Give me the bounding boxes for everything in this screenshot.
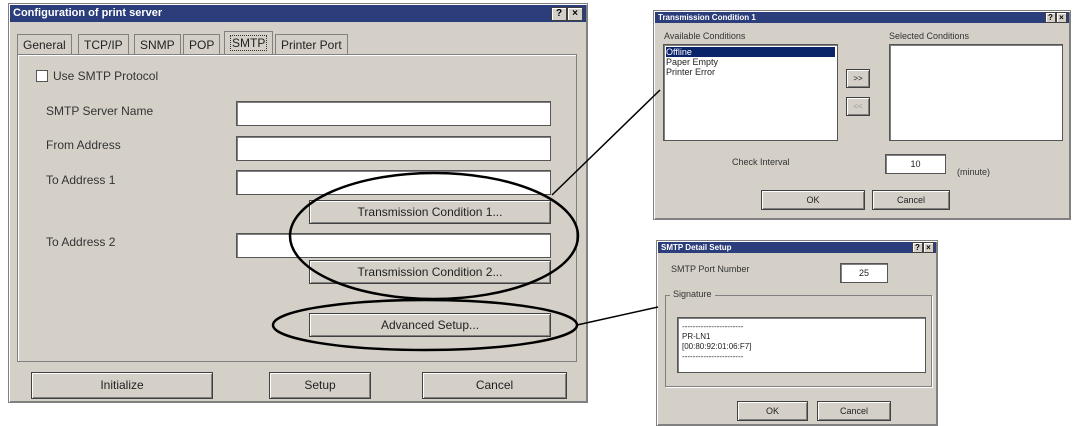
advanced-setup-button[interactable]: Advanced Setup... (309, 313, 551, 337)
transmission-condition-1-button[interactable]: Transmission Condition 1... (309, 200, 551, 224)
config-title: Configuration of print server (13, 7, 163, 19)
minute-unit-label: (minute) (957, 167, 991, 177)
config-titlebar: Configuration of print server ? × (10, 5, 586, 22)
use-smtp-label: Use SMTP Protocol (53, 69, 159, 83)
condition-item-printer-error[interactable]: Printer Error (666, 67, 835, 77)
help-icon[interactable]: ? (551, 7, 567, 21)
setup-button[interactable]: Setup (269, 372, 371, 399)
smtp-detail-cancel-button[interactable]: Cancel (817, 401, 891, 421)
from-address-input[interactable] (236, 136, 551, 161)
selected-conditions-header: Selected Conditions (889, 31, 970, 41)
available-conditions-list[interactable]: Offline Paper Empty Printer Error (663, 44, 838, 141)
smtp-port-input[interactable]: 25 (840, 263, 888, 283)
signature-line: PR-LN1 (682, 332, 711, 341)
remove-condition-button[interactable]: << (846, 97, 870, 116)
transmission-help-icon[interactable]: ? (1045, 12, 1056, 23)
smtp-detail-ok-button[interactable]: OK (737, 401, 808, 421)
tab-pop[interactable]: POP (183, 34, 221, 54)
signature-textarea[interactable]: ----------------------- PR-LN1 [00:80:92… (677, 317, 926, 373)
from-address-label: From Address (46, 138, 121, 152)
tab-tcpip[interactable]: TCP/IP (78, 34, 129, 54)
smtp-port-label: SMTP Port Number (671, 264, 750, 274)
cancel-button[interactable]: Cancel (422, 372, 567, 399)
config-dialog: Configuration of print server ? × Genera… (8, 3, 588, 403)
signature-label: Signature (670, 289, 715, 299)
tab-general[interactable]: General (17, 34, 72, 54)
initialize-button[interactable]: Initialize (31, 372, 213, 399)
signature-line: [00:80:92:01:06:F7] (682, 342, 752, 351)
tab-printer-port[interactable]: Printer Port (275, 34, 348, 54)
add-condition-button[interactable]: >> (846, 69, 870, 88)
condition-item-offline[interactable]: Offline (666, 47, 835, 57)
use-smtp-checkbox[interactable] (36, 70, 48, 82)
to-address2-input[interactable] (236, 233, 551, 258)
transmission-dialog: Transmission Condition 1 ? × Available C… (653, 10, 1071, 220)
signature-line: ----------------------- (682, 352, 744, 361)
to-address1-input[interactable] (236, 170, 551, 195)
smtp-detail-titlebar: SMTP Detail Setup ? × (658, 242, 936, 253)
smtp-detail-dialog: SMTP Detail Setup ? × SMTP Port Number 2… (656, 240, 938, 426)
to-address2-label: To Address 2 (46, 235, 116, 249)
close-icon[interactable]: × (567, 7, 583, 21)
smtp-detail-title: SMTP Detail Setup (661, 243, 732, 252)
transmission-close-icon[interactable]: × (1056, 12, 1067, 23)
tab-smtp-label: SMTP (230, 35, 268, 51)
tab-snmp[interactable]: SNMP (134, 34, 181, 54)
transmission-cancel-button[interactable]: Cancel (872, 190, 950, 210)
signature-line: ----------------------- (682, 322, 744, 331)
transmission-ok-button[interactable]: OK (761, 190, 865, 210)
smtp-server-label: SMTP Server Name (46, 104, 154, 118)
tab-smtp[interactable]: SMTP (224, 31, 274, 55)
check-interval-input[interactable]: 10 (885, 154, 946, 174)
available-conditions-header: Available Conditions (664, 31, 746, 41)
smtp-detail-close-icon[interactable]: × (923, 242, 934, 253)
selected-conditions-list[interactable] (889, 44, 1063, 141)
transmission-titlebar: Transmission Condition 1 ? × (655, 12, 1069, 23)
condition-item-paper-empty[interactable]: Paper Empty (666, 57, 835, 67)
check-interval-label: Check Interval (732, 157, 790, 167)
transmission-title: Transmission Condition 1 (658, 13, 756, 22)
to-address1-label: To Address 1 (46, 173, 116, 187)
callout-line-advanced (576, 306, 659, 326)
smtp-server-input[interactable] (236, 101, 551, 126)
smtp-detail-help-icon[interactable]: ? (912, 242, 923, 253)
transmission-condition-2-button[interactable]: Transmission Condition 2... (309, 260, 551, 284)
